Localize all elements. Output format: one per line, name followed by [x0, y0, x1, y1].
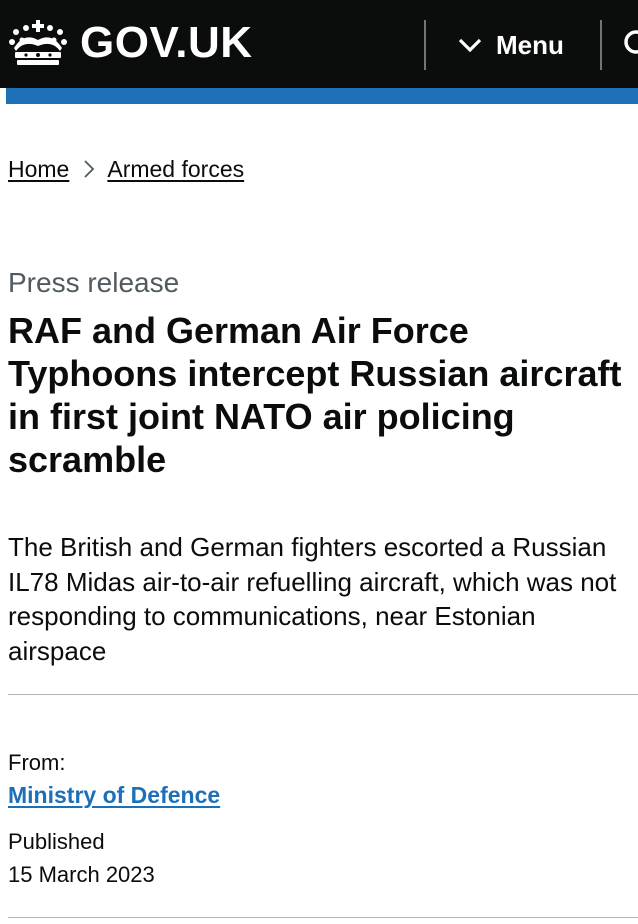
crown-icon[interactable]	[6, 18, 70, 68]
metadata-divider	[8, 917, 638, 918]
published-label: Published	[8, 829, 105, 854]
chevron-down-icon	[458, 38, 482, 53]
page-title: RAF and German Air Force Typhoons interc…	[8, 310, 622, 480]
chevron-right-icon	[84, 160, 95, 178]
menu-button[interactable]: Menu	[458, 26, 564, 64]
breadcrumb: Home Armed forces	[8, 154, 244, 184]
organisation-link[interactable]: Ministry of Defence	[8, 780, 220, 810]
published-date: 15 March 2023	[8, 862, 155, 887]
breadcrumb-home-link[interactable]: Home	[8, 156, 69, 183]
menu-label: Menu	[496, 29, 564, 60]
header-divider-2	[600, 20, 602, 70]
site-header: GOV.UK Menu	[0, 0, 638, 88]
search-icon[interactable]	[622, 28, 638, 62]
header-accent-bar	[6, 88, 638, 104]
section-divider	[8, 694, 638, 695]
lead-paragraph: The British and German fighters escorted…	[8, 532, 617, 666]
govuk-logo-text[interactable]: GOV.UK	[80, 18, 253, 68]
document-type-caption: Press release	[8, 267, 180, 298]
header-divider	[424, 20, 426, 70]
from-label: From:	[8, 750, 66, 775]
breadcrumb-armed-forces-link[interactable]: Armed forces	[107, 156, 244, 183]
